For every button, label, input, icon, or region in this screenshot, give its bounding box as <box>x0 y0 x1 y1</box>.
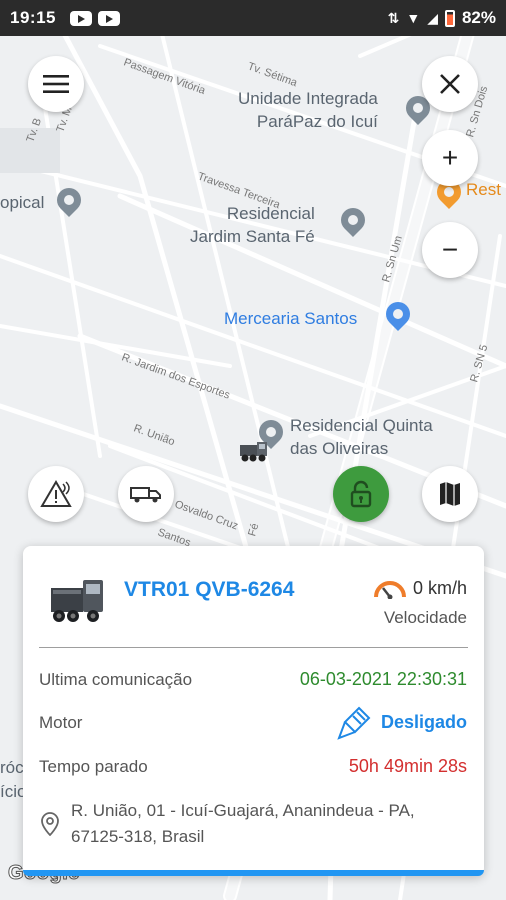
motor-status: Desligado <box>337 704 467 740</box>
menu-icon <box>43 75 69 93</box>
motor-status-value: Desligado <box>380 711 467 732</box>
card-divider <box>39 647 468 648</box>
lock-icon <box>350 480 372 508</box>
close-icon <box>440 74 460 94</box>
vehicle-marker-icon[interactable] <box>239 439 269 463</box>
battery-icon <box>444 9 455 27</box>
poi-residencial-jardim[interactable]: Residencial Jardim Santa Fé <box>190 202 315 248</box>
lock-button[interactable] <box>333 466 389 522</box>
status-time: 19:15 <box>10 8 56 27</box>
status-bar: 19:15 ⇅ ▼ ◢ 82% <box>0 0 506 36</box>
vehicle-name: VTR01 QVB-6264 <box>124 578 295 601</box>
speedometer-icon <box>373 580 406 599</box>
zoom-out-button[interactable]: − <box>422 222 478 278</box>
signal-icon: ◢ <box>427 9 438 26</box>
motor-label: Motor <box>39 713 83 732</box>
last-communication-label: Ultima comunicação <box>39 670 193 689</box>
card-accent-bar <box>23 870 484 876</box>
ignition-key-icon <box>337 706 371 740</box>
speed-label: Velocidade <box>383 608 467 627</box>
close-button[interactable] <box>422 56 478 112</box>
menu-button[interactable] <box>28 56 84 112</box>
map-type-button[interactable] <box>422 466 478 522</box>
poi-restaurant[interactable]: Rest <box>466 178 501 201</box>
poi-unidade-integrada[interactable]: Unidade Integrada ParáPaz do Icuí <box>238 87 378 133</box>
poi-mercearia-santos[interactable]: Mercearia Santos <box>224 307 357 330</box>
data-transfer-icon: ⇅ <box>387 9 400 26</box>
location-pin-icon <box>41 812 59 836</box>
speed-value: 0 km/h <box>412 578 467 598</box>
stopped-time-value: 50h 49min 28s <box>348 756 467 776</box>
zoom-in-button[interactable]: + <box>422 130 478 186</box>
speed-display: 0 km/h <box>373 578 467 599</box>
stopped-time-label: Tempo parado <box>39 757 148 776</box>
truck-icon <box>130 487 161 503</box>
vehicle-follow-button[interactable] <box>118 466 174 522</box>
vehicle-info-card: VTR01 QVB-6264 0 km/h Velocidade Ultima … <box>23 546 484 876</box>
youtube-notification-icon <box>69 10 92 26</box>
vehicle-photo-icon <box>51 580 103 622</box>
wifi-icon: ▼ <box>406 10 421 26</box>
youtube-notification-icon-2 <box>97 10 120 26</box>
poi-tropical[interactable]: opical <box>0 191 44 214</box>
warning-signal-icon <box>40 480 72 507</box>
alerts-button[interactable] <box>28 466 84 522</box>
last-communication-value: 06-03-2021 22:30:31 <box>299 669 467 689</box>
map-icon <box>440 482 460 506</box>
vehicle-address: R. União, 01 - Icuí-Guajará, Ananindeua … <box>71 801 415 846</box>
battery-level: 82% <box>461 8 496 27</box>
poi-residencial-quinta[interactable]: Residencial Quinta das Oliveiras <box>290 414 433 460</box>
